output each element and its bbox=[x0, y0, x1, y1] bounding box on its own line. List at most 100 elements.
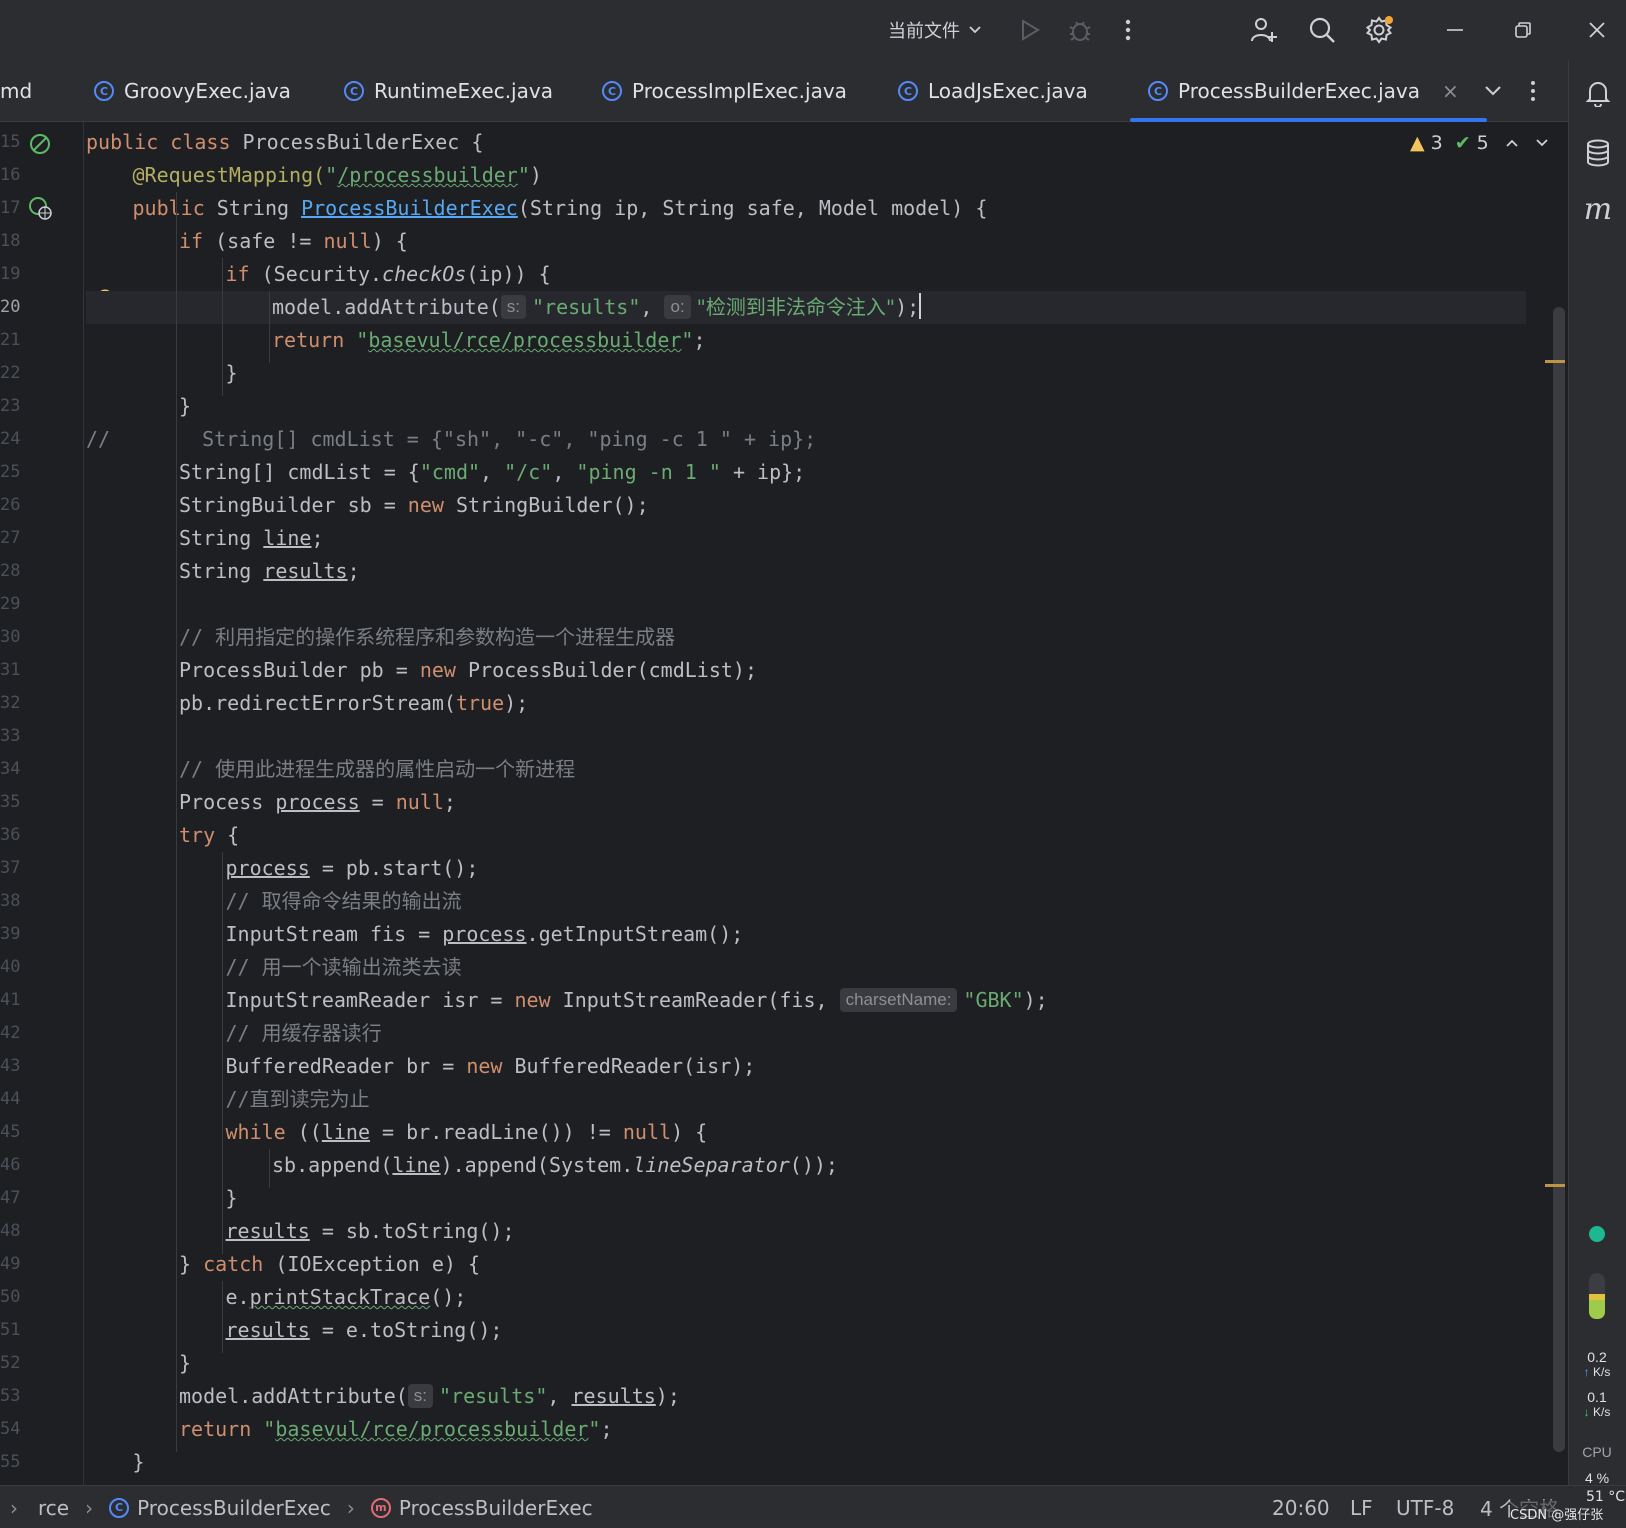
code-line[interactable]: return "basevul/rce/processbuilder"; bbox=[179, 1413, 613, 1446]
line-number[interactable]: 31 bbox=[0, 654, 20, 687]
line-number[interactable]: 25 bbox=[0, 456, 20, 489]
line-number[interactable]: 40 bbox=[0, 951, 20, 984]
line-number[interactable]: 33 bbox=[0, 720, 20, 753]
code-line[interactable]: if (Security.checkOs(ip)) { bbox=[226, 258, 551, 291]
tab-list-dropdown[interactable] bbox=[1484, 60, 1502, 122]
code-line[interactable]: while ((line = br.readLine()) != null) { bbox=[226, 1116, 708, 1149]
line-number[interactable]: 47 bbox=[0, 1182, 20, 1215]
code-line[interactable]: } bbox=[179, 390, 191, 423]
code-line[interactable]: StringBuilder sb = new StringBuilder(); bbox=[179, 489, 649, 522]
tab-processimplexec[interactable]: C ProcessImplExec.java bbox=[602, 60, 847, 122]
code-line[interactable]: return "basevul/rce/processbuilder"; bbox=[272, 324, 706, 357]
line-number[interactable]: 27 bbox=[0, 522, 20, 555]
line-number[interactable]: 52 bbox=[0, 1347, 20, 1380]
line-number[interactable]: 44 bbox=[0, 1083, 20, 1116]
code-line[interactable]: String line; bbox=[179, 522, 324, 555]
code-line[interactable]: ProcessBuilder pb = new ProcessBuilder(c… bbox=[179, 654, 757, 687]
code-line[interactable]: public class ProcessBuilderExec { bbox=[86, 126, 483, 159]
line-number[interactable]: 21 bbox=[0, 324, 20, 357]
line-number[interactable]: 36 bbox=[0, 819, 20, 852]
code-line[interactable]: InputStreamReader isr = new InputStreamR… bbox=[226, 984, 1048, 1017]
line-number[interactable]: 48 bbox=[0, 1215, 20, 1248]
file-encoding[interactable]: UTF-8 bbox=[1396, 1486, 1454, 1528]
line-number[interactable]: 39 bbox=[0, 918, 20, 951]
code-line[interactable]: results = sb.toString(); bbox=[226, 1215, 515, 1248]
search-button[interactable] bbox=[1300, 0, 1344, 60]
code-line[interactable]: //直到读完为止 bbox=[226, 1083, 370, 1116]
code-line[interactable]: } bbox=[179, 1347, 191, 1380]
code-area[interactable]: public class ProcessBuilderExec {@Reques… bbox=[86, 122, 1526, 1485]
line-number[interactable]: 29 bbox=[0, 588, 20, 621]
code-line[interactable]: // 利用指定的操作系统程序和参数构造一个进程生成器 bbox=[179, 621, 675, 654]
line-number[interactable]: 15 bbox=[0, 126, 20, 159]
code-line[interactable]: String results; bbox=[179, 555, 360, 588]
code-line[interactable]: pb.redirectErrorStream(true); bbox=[179, 687, 528, 720]
code-line[interactable]: } bbox=[226, 1182, 238, 1215]
code-line[interactable]: Process process = null; bbox=[179, 786, 456, 819]
close-window-button[interactable] bbox=[1568, 0, 1626, 60]
code-line[interactable]: public String ProcessBuilderExec(String … bbox=[133, 192, 988, 225]
code-line[interactable]: // 用缓存器读行 bbox=[226, 1017, 382, 1050]
code-line[interactable]: String[] cmdList = {"cmd", "/c", "ping -… bbox=[179, 456, 805, 489]
line-number[interactable]: 32 bbox=[0, 687, 20, 720]
line-number[interactable]: 26 bbox=[0, 489, 20, 522]
warning-marker[interactable] bbox=[1545, 1184, 1565, 1187]
code-line[interactable]: // 取得命令结果的输出流 bbox=[226, 885, 462, 918]
code-line[interactable]: if (safe != null) { bbox=[179, 225, 408, 258]
line-number[interactable]: 41 bbox=[0, 984, 20, 1017]
line-number[interactable]: 30 bbox=[0, 621, 20, 654]
line-number[interactable]: 43 bbox=[0, 1050, 20, 1083]
close-tab-icon[interactable]: × bbox=[1442, 79, 1459, 103]
chevron-down-icon[interactable] bbox=[1535, 136, 1549, 150]
tab-bar-more-button[interactable] bbox=[1530, 60, 1536, 122]
line-number[interactable]: 17 bbox=[0, 192, 20, 225]
code-line[interactable]: // 使用此进程生成器的属性启动一个新进程 bbox=[179, 753, 575, 786]
warning-marker[interactable] bbox=[1545, 360, 1565, 363]
code-line[interactable]: InputStream fis = process.getInputStream… bbox=[226, 918, 744, 951]
line-number[interactable]: 49 bbox=[0, 1248, 20, 1281]
code-line[interactable]: } bbox=[133, 1446, 145, 1479]
database-button[interactable] bbox=[1569, 128, 1626, 178]
line-number[interactable]: 16 bbox=[0, 159, 20, 192]
code-line[interactable]: e.printStackTrace(); bbox=[226, 1281, 467, 1314]
line-number[interactable]: 18 bbox=[0, 225, 20, 258]
restore-button[interactable] bbox=[1498, 0, 1548, 60]
code-line[interactable]: // String[] cmdList = {"sh", "-c", "ping … bbox=[86, 423, 816, 456]
line-number[interactable]: 50 bbox=[0, 1281, 20, 1314]
run-button[interactable] bbox=[1008, 0, 1052, 60]
tab-loadjsexec[interactable]: C LoadJsExec.java bbox=[898, 60, 1088, 122]
line-number[interactable]: 53 bbox=[0, 1380, 20, 1413]
code-line[interactable]: @RequestMapping("/processbuilder") bbox=[133, 159, 542, 192]
vertical-scrollbar[interactable] bbox=[1553, 307, 1565, 1452]
line-separator[interactable]: LF bbox=[1350, 1486, 1373, 1528]
minimize-button[interactable] bbox=[1430, 0, 1480, 60]
line-number[interactable]: 42 bbox=[0, 1017, 20, 1050]
line-number[interactable]: 51 bbox=[0, 1314, 20, 1347]
run-config-selector[interactable]: 当前文件 bbox=[880, 0, 990, 60]
breadcrumb-item[interactable]: ProcessBuilderExec bbox=[137, 1496, 331, 1520]
line-number[interactable]: 45 bbox=[0, 1116, 20, 1149]
line-number[interactable]: 23 bbox=[0, 390, 20, 423]
notifications-button[interactable] bbox=[1569, 68, 1626, 118]
code-line[interactable]: } bbox=[226, 357, 238, 390]
line-number[interactable]: 19 bbox=[0, 258, 20, 291]
code-line[interactable]: sb.append(line).append(System.lineSepara… bbox=[272, 1149, 838, 1182]
line-number[interactable]: 22 bbox=[0, 357, 20, 390]
line-number[interactable]: 34 bbox=[0, 753, 20, 786]
line-number[interactable]: 54 bbox=[0, 1413, 20, 1446]
tab-groovyexec[interactable]: C GroovyExec.java bbox=[94, 60, 291, 122]
tab-runtimeexec[interactable]: C RuntimeExec.java bbox=[344, 60, 553, 122]
line-number[interactable]: 38 bbox=[0, 885, 20, 918]
code-with-me-button[interactable] bbox=[1242, 0, 1286, 60]
chevron-up-icon[interactable] bbox=[1505, 136, 1519, 150]
code-line[interactable]: try { bbox=[179, 819, 239, 852]
code-line[interactable]: results = e.toString(); bbox=[226, 1314, 503, 1347]
inspection-widget[interactable]: ▲ 3 ✔ 5 bbox=[1410, 128, 1549, 158]
line-number[interactable]: 24 bbox=[0, 423, 20, 456]
line-number[interactable]: 20 bbox=[0, 291, 20, 324]
endpoint-icon[interactable] bbox=[28, 196, 52, 220]
bean-icon[interactable] bbox=[28, 132, 52, 156]
breadcrumb-item[interactable]: rce bbox=[38, 1496, 69, 1520]
code-editor[interactable]: 15 16 17 18 19 20 21 22 23 24 25 26 27 28 29 30 31 32 33 34… bbox=[0, 122, 1568, 1485]
line-number[interactable]: 46 bbox=[0, 1149, 20, 1182]
